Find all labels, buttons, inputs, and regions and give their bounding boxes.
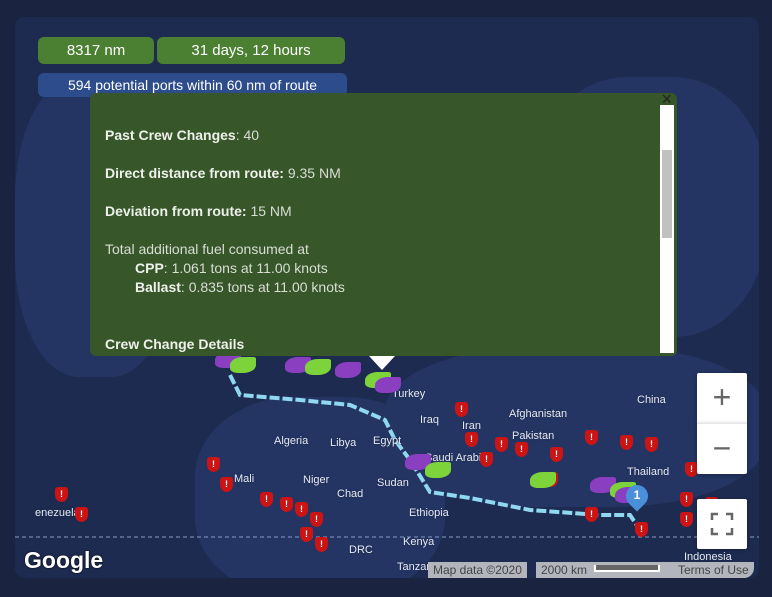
map-label: Ethiopia xyxy=(409,507,449,519)
port-warning-marker[interactable]: ! xyxy=(280,497,293,512)
label: Deviation from route: xyxy=(105,203,247,219)
port-warning-marker[interactable]: ! xyxy=(585,430,598,445)
port-warning-marker[interactable]: ! xyxy=(310,512,323,527)
crew-change-port-marker[interactable] xyxy=(335,362,361,378)
port-warning-marker[interactable]: ! xyxy=(480,452,493,467)
map-label: Chad xyxy=(337,488,364,500)
map-label: DRC xyxy=(349,544,373,556)
map-data-attribution[interactable]: Map data ©2020 xyxy=(428,562,527,578)
map-label: Thailand xyxy=(627,466,670,478)
port-warning-marker[interactable]: ! xyxy=(455,402,468,417)
zoom-in-button[interactable]: + xyxy=(697,373,747,423)
map-label: Afghanistan xyxy=(509,408,568,420)
port-warning-marker[interactable]: ! xyxy=(207,457,220,472)
fuel-ballast: Ballast: 0.835 tons at 11.00 knots xyxy=(135,279,345,295)
value: 15 NM xyxy=(246,203,292,219)
port-warning-marker[interactable]: ! xyxy=(75,507,88,522)
map-label: Mali xyxy=(234,473,255,485)
port-warning-marker[interactable]: ! xyxy=(495,437,508,452)
route-distance-badge: 8317 nm xyxy=(38,37,154,64)
heading: Crew Change Details xyxy=(105,336,245,352)
map-label: Iran xyxy=(462,420,481,432)
fuel-intro: Total additional fuel consumed at xyxy=(105,241,309,257)
value: : 40 xyxy=(235,127,260,143)
port-warning-marker[interactable]: ! xyxy=(620,435,633,450)
port-warning-marker[interactable]: ! xyxy=(635,522,648,537)
port-warning-marker[interactable]: ! xyxy=(550,447,563,462)
route-duration-badge: 31 days, 12 hours xyxy=(157,37,345,64)
map-label: Egypt xyxy=(373,435,402,447)
crew-change-port-marker[interactable] xyxy=(530,472,556,488)
map-label: enezuela xyxy=(35,507,80,519)
port-warning-marker[interactable]: ! xyxy=(465,432,478,447)
crew-change-port-marker[interactable] xyxy=(230,357,256,373)
port-warning-marker[interactable]: ! xyxy=(55,487,68,502)
popup-pointer xyxy=(369,356,395,370)
scale-bar[interactable]: 2000 km xyxy=(536,562,676,578)
label: Past Crew Changes xyxy=(105,127,236,143)
past-crew-changes: Past Crew Changes: 40 xyxy=(105,127,259,143)
scrollbar-thumb[interactable] xyxy=(662,150,672,238)
value: : 0.835 tons at 11.00 knots xyxy=(180,279,345,295)
crew-change-port-marker[interactable] xyxy=(425,462,451,478)
port-info-popup: × Past Crew Changes: 40 Direct distance … xyxy=(90,89,677,370)
port-warning-marker[interactable]: ! xyxy=(515,442,528,457)
route-waypoint-label: 1 xyxy=(633,488,641,502)
label: Ballast xyxy=(135,279,181,295)
deviation: Deviation from route: 15 NM xyxy=(105,203,292,219)
map-label: Kenya xyxy=(403,536,435,548)
scale-line xyxy=(594,565,660,572)
terms-of-use-link[interactable]: Terms of Use xyxy=(673,562,754,578)
port-warning-marker[interactable]: ! xyxy=(680,492,693,507)
fullscreen-button[interactable] xyxy=(697,499,747,549)
map-label: Sudan xyxy=(377,477,409,489)
popup-scrollbar[interactable] xyxy=(660,105,674,353)
port-warning-marker[interactable]: ! xyxy=(680,512,693,527)
map-label: Libya xyxy=(330,437,357,449)
crew-change-port-marker[interactable] xyxy=(305,359,331,375)
label: CPP xyxy=(135,260,164,276)
port-warning-marker[interactable]: ! xyxy=(315,537,328,552)
zoom-out-button[interactable]: − xyxy=(697,423,747,474)
port-warning-marker[interactable]: ! xyxy=(300,527,313,542)
port-warning-marker[interactable]: ! xyxy=(220,477,233,492)
map-label: Pakistan xyxy=(512,430,555,442)
port-warning-marker[interactable]: ! xyxy=(295,502,308,517)
label: Direct distance from route: xyxy=(105,165,284,181)
port-warning-marker[interactable]: ! xyxy=(645,437,658,452)
direct-distance: Direct distance from route: 9.35 NM xyxy=(105,165,341,181)
map-label: China xyxy=(637,394,666,406)
map-label: Algeria xyxy=(274,435,309,447)
map-label: Iraq xyxy=(420,414,439,426)
fuel-cpp: CPP: 1.061 tons at 11.00 knots xyxy=(135,260,328,276)
map-label: Niger xyxy=(303,474,330,486)
value: : 1.061 tons at 11.00 knots xyxy=(163,260,328,276)
port-warning-marker[interactable]: ! xyxy=(585,507,598,522)
scale-label: 2000 km xyxy=(541,563,588,577)
value: 9.35 NM xyxy=(283,165,341,181)
google-logo: Google xyxy=(24,547,104,573)
port-warning-marker[interactable]: ! xyxy=(260,492,273,507)
fullscreen-icon xyxy=(710,512,734,536)
crew-change-port-marker[interactable] xyxy=(375,377,401,393)
crew-change-details-heading: Crew Change Details xyxy=(105,336,244,352)
